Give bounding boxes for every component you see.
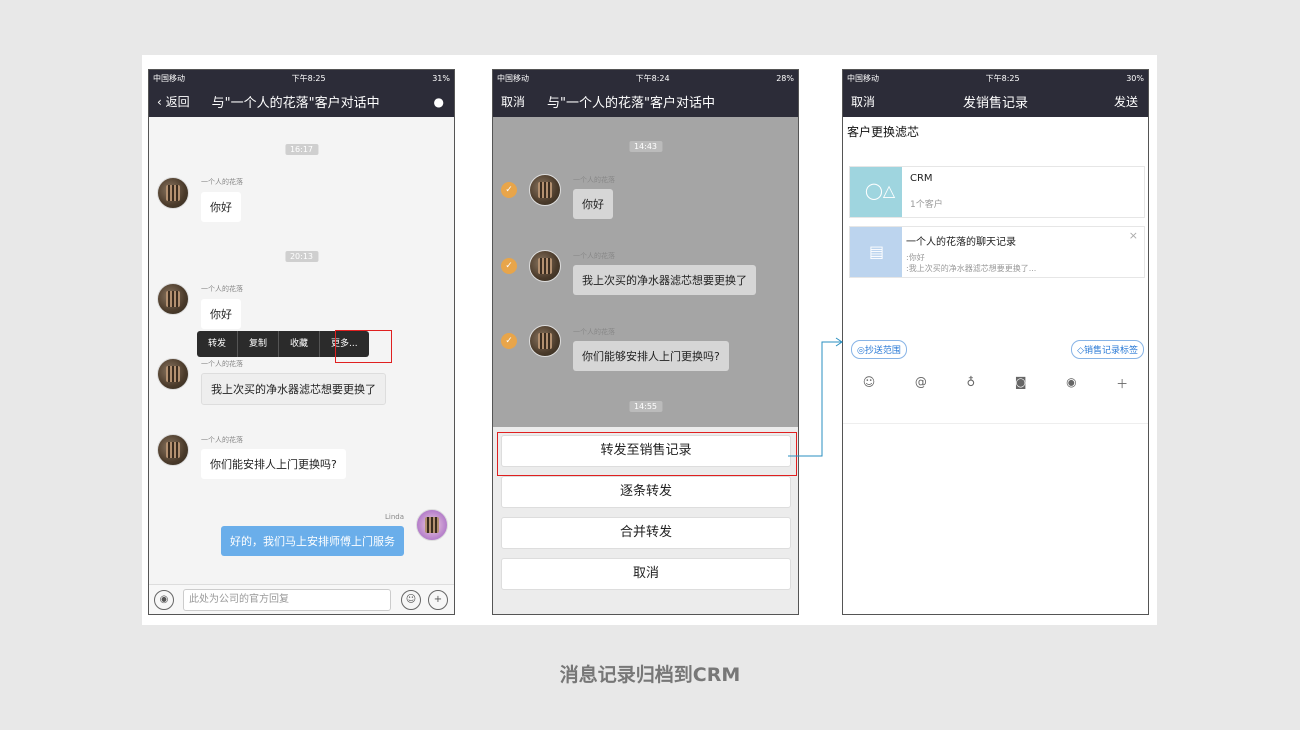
flow-arrow-line [788, 341, 842, 457]
flow-arrow [788, 337, 843, 457]
figure-caption: 消息记录归档到CRM [559, 664, 741, 686]
screens-board: 中国移动 下午8:25 31% ‹ 返回 与"一个人的花落"客户对话中 ● 16… [142, 55, 1157, 625]
